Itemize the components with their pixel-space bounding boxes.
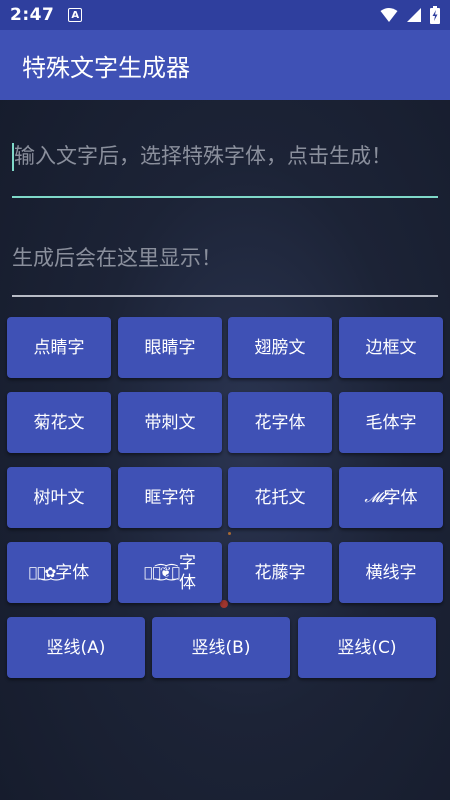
button-deco-prefix: 𝓜𝓵 xyxy=(364,489,384,506)
btn-shuye-wen[interactable]: 树叶文 xyxy=(7,467,111,528)
button-label: 带刺文 xyxy=(144,412,196,433)
btn-mao-tizi[interactable]: 毛体字 xyxy=(339,392,443,453)
btn-shuxian-b[interactable]: 竖线(B) xyxy=(152,617,290,678)
button-label: 竖线(A) xyxy=(46,637,106,658)
btn-shuxian-a[interactable]: 竖线(A) xyxy=(7,617,145,678)
btn-hua-ziti[interactable]: 花字体 xyxy=(228,392,332,453)
button-label: 字体 xyxy=(383,487,418,508)
button-label: 树叶文 xyxy=(33,487,85,508)
status-icons xyxy=(380,6,440,24)
accessibility-a-icon: A xyxy=(68,8,83,22)
wifi-icon xyxy=(380,8,398,22)
button-label: 翅膀文 xyxy=(254,337,306,358)
button-deco-prefix: ঔৣ͜✿͜ xyxy=(28,564,57,581)
text-input[interactable] xyxy=(12,130,440,182)
button-label: 字 体 xyxy=(178,552,196,593)
button-label: 毛体字 xyxy=(365,412,417,433)
button-label: 竖线(C) xyxy=(337,637,397,658)
text-cursor xyxy=(12,143,14,171)
button-label: 点睛字 xyxy=(33,337,85,358)
btn-shuxian-c[interactable]: 竖线(C) xyxy=(298,617,436,678)
btn-deco-ziti-2[interactable]: ঔৣ͜͡❦͜͡ৣ 字 体 xyxy=(118,542,222,603)
button-label: 菊花文 xyxy=(33,412,85,433)
btn-hengxian-zi[interactable]: 横线字 xyxy=(339,542,443,603)
status-bar: 2:47 A xyxy=(0,0,450,30)
button-label: 边框文 xyxy=(365,337,417,358)
status-time: 2:47 xyxy=(10,5,55,25)
output-container: 生成后会在这里显示！ xyxy=(12,228,438,297)
btn-chibang-wen[interactable]: 翅膀文 xyxy=(228,317,332,378)
button-label: 眶字符 xyxy=(144,487,196,508)
app-bar: 特殊文字生成器 xyxy=(0,30,450,100)
battery-icon xyxy=(430,6,440,24)
button-label: 眼睛字 xyxy=(144,337,196,358)
button-label: 花藤字 xyxy=(254,562,306,583)
button-label: 花字体 xyxy=(254,412,306,433)
button-label: 横线字 xyxy=(365,562,417,583)
button-label: 竖线(B) xyxy=(191,637,251,658)
btn-dianjing-zi[interactable]: 点睛字 xyxy=(7,317,111,378)
background-sparkle xyxy=(228,532,231,535)
button-label: 花托文 xyxy=(254,487,306,508)
btn-daici-wen[interactable]: 带刺文 xyxy=(118,392,222,453)
btn-huateng-zi[interactable]: 花藤字 xyxy=(228,542,332,603)
app-title: 特殊文字生成器 xyxy=(22,53,190,82)
text-input-container[interactable] xyxy=(12,130,440,198)
btn-huatuo-wen[interactable]: 花托文 xyxy=(228,467,332,528)
output-text: 生成后会在这里显示！ xyxy=(12,246,222,270)
button-label: 字体 xyxy=(55,562,90,583)
cell-signal-icon xyxy=(407,8,421,22)
btn-biankuang-wen[interactable]: 边框文 xyxy=(339,317,443,378)
btn-yanjing-zi[interactable]: 眼睛字 xyxy=(118,317,222,378)
button-deco-prefix: ঔৣ͜͡❦͜͡ৣ xyxy=(144,564,180,581)
btn-deco-ziti[interactable]: ঔৣ͜✿͜ 字体 xyxy=(7,542,111,603)
btn-kuang-zifu[interactable]: 眶字符 xyxy=(118,467,222,528)
btn-juhua-wen[interactable]: 菊花文 xyxy=(7,392,111,453)
btn-ml-ziti[interactable]: 𝓜𝓵 字体 xyxy=(339,467,443,528)
